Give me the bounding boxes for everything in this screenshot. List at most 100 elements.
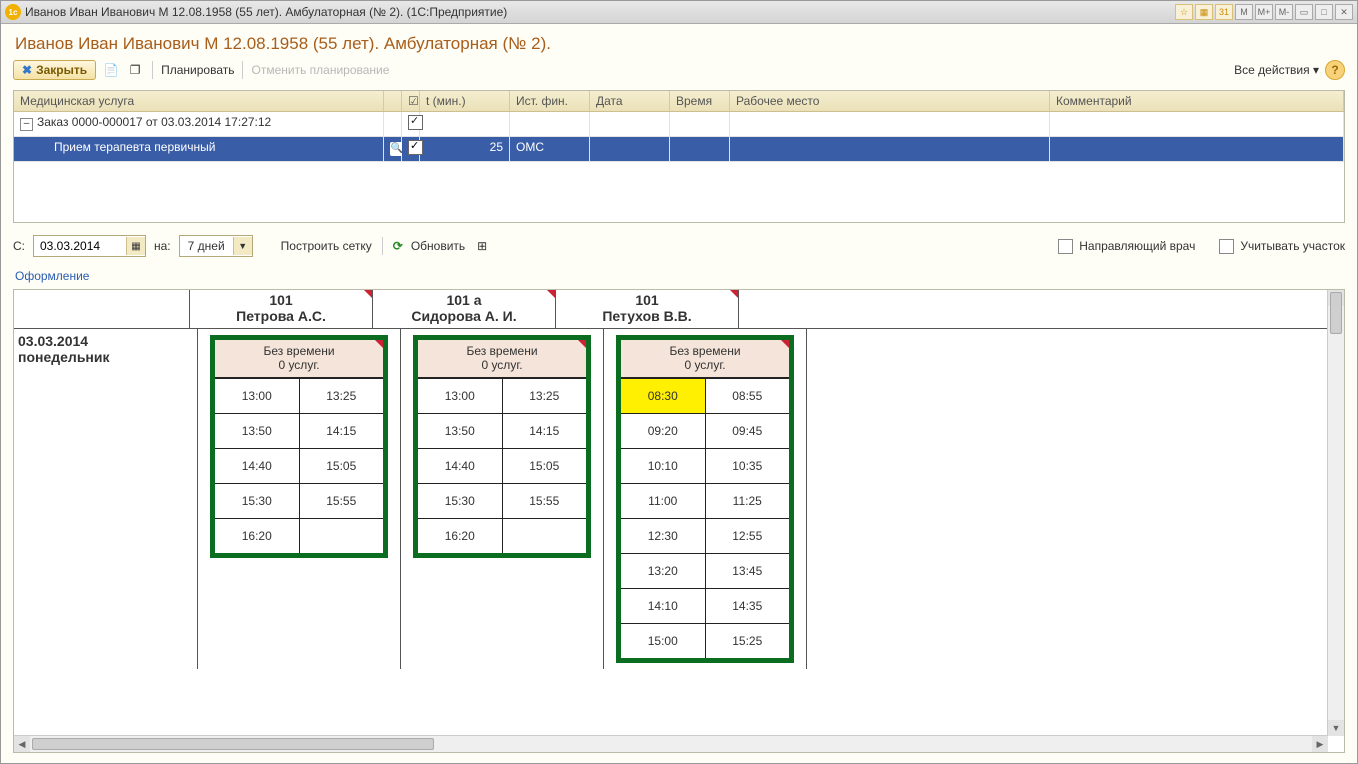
settings-icon[interactable]: ⊞	[473, 237, 491, 255]
time-slot[interactable]	[300, 519, 384, 553]
time-slot[interactable]: 11:00	[621, 484, 706, 518]
time-slot[interactable]: 12:30	[621, 519, 706, 553]
slot-row: 16:20	[215, 518, 383, 553]
resource-header[interactable]: 101Петрова А.С.	[190, 290, 373, 328]
col-comment[interactable]: Комментарий	[1050, 91, 1344, 111]
time-slot[interactable]: 08:30	[621, 379, 706, 413]
time-slot[interactable]: 15:05	[300, 449, 384, 483]
time-slot[interactable]: 13:20	[621, 554, 706, 588]
maximize-button[interactable]: □	[1315, 4, 1333, 20]
marker-icon	[547, 290, 555, 298]
col-time[interactable]: t (мин.)	[420, 91, 510, 111]
horizontal-scrollbar[interactable]: ◀ ▶	[14, 735, 1328, 752]
time-slot[interactable]: 15:00	[621, 624, 706, 658]
close-button[interactable]: ✖ Закрыть	[13, 60, 96, 80]
time-slot[interactable]: 13:25	[503, 379, 587, 413]
time-slot[interactable]: 14:10	[621, 589, 706, 623]
time-slot[interactable]: 12:55	[706, 519, 790, 553]
col-vtime[interactable]: Время	[670, 91, 730, 111]
time-slot[interactable]: 08:55	[706, 379, 790, 413]
slot-row: 10:1010:35	[621, 448, 789, 483]
vertical-scrollbar[interactable]: ▲ ▼	[1327, 290, 1344, 736]
time-slot[interactable]: 10:35	[706, 449, 790, 483]
service-row[interactable]: Прием терапевта первичный 🔍 25 ОМС	[14, 137, 1344, 162]
mem-m-button[interactable]: M	[1235, 4, 1253, 20]
order-check[interactable]	[402, 112, 420, 136]
time-slot[interactable]: 11:25	[706, 484, 790, 518]
col-search[interactable]	[384, 91, 402, 111]
resource-header[interactable]: 101Петухов В.В.	[556, 290, 739, 328]
copy-icon[interactable]: ❐	[126, 61, 144, 79]
scroll-down-icon[interactable]: ▼	[1328, 720, 1344, 736]
time-slot[interactable]: 15:55	[503, 484, 587, 518]
col-service[interactable]: Медицинская услуга	[14, 91, 384, 111]
scroll-right-icon[interactable]: ▶	[1312, 736, 1328, 752]
card-header[interactable]: Без времени0 услуг.	[418, 340, 586, 378]
from-date-input[interactable]: ▦	[33, 235, 146, 257]
time-slot[interactable]: 09:20	[621, 414, 706, 448]
fav-icon[interactable]: ☆	[1175, 4, 1193, 20]
time-slot[interactable]: 13:50	[215, 414, 300, 448]
chevron-down-icon[interactable]: ▼	[233, 237, 252, 255]
filter-row: С: ▦ на: 7 дней ▼ Построить сетку ⟳ Обно…	[13, 235, 1345, 257]
time-slot[interactable]: 15:55	[300, 484, 384, 518]
time-slot[interactable]: 14:40	[215, 449, 300, 483]
scroll-thumb-h[interactable]	[32, 738, 434, 750]
calendar-icon[interactable]: 31	[1215, 4, 1233, 20]
time-slot[interactable]: 15:30	[215, 484, 300, 518]
slot-row: 16:20	[418, 518, 586, 553]
slot-row: 14:4015:05	[215, 448, 383, 483]
time-slot[interactable]: 13:50	[418, 414, 503, 448]
mem-mminus-button[interactable]: M-	[1275, 4, 1293, 20]
calendar-picker-icon[interactable]: ▦	[126, 237, 145, 255]
time-slot[interactable]: 14:35	[706, 589, 790, 623]
plan-button[interactable]: Планировать	[161, 63, 234, 77]
scroll-thumb[interactable]	[1330, 292, 1342, 334]
refresh-button[interactable]: Обновить	[411, 239, 465, 253]
time-slot[interactable]: 14:15	[503, 414, 587, 448]
time-slot[interactable]	[503, 519, 587, 553]
slot-row: 09:2009:45	[621, 413, 789, 448]
col-fin[interactable]: Ист. фин.	[510, 91, 590, 111]
period-value: 7 дней	[180, 236, 233, 256]
period-combo[interactable]: 7 дней ▼	[179, 235, 253, 257]
report-icon[interactable]: 📄	[102, 61, 120, 79]
schedule-header: 101Петрова А.С.101 аСидорова А. И.101Пет…	[14, 290, 1344, 329]
card-header[interactable]: Без времени0 услуг.	[215, 340, 383, 378]
time-slot[interactable]: 13:25	[300, 379, 384, 413]
consider-area-checkbox[interactable]: Учитывать участок	[1219, 239, 1345, 254]
resource-header[interactable]: 101 аСидорова А. И.	[373, 290, 556, 328]
from-date-field[interactable]	[34, 236, 126, 256]
help-button[interactable]: ?	[1325, 60, 1345, 80]
close-window-button[interactable]: ✕	[1335, 4, 1353, 20]
time-slot[interactable]: 13:45	[706, 554, 790, 588]
time-slot[interactable]: 14:40	[418, 449, 503, 483]
time-slot[interactable]: 14:15	[300, 414, 384, 448]
minimize-button[interactable]: ▭	[1295, 4, 1313, 20]
card-header[interactable]: Без времени0 услуг.	[621, 340, 789, 378]
col-workplace[interactable]: Рабочее место	[730, 91, 1050, 111]
all-actions-button[interactable]: Все действия ▾	[1234, 63, 1319, 77]
collapse-icon[interactable]: –	[20, 118, 33, 131]
time-slot[interactable]: 13:00	[418, 379, 503, 413]
design-link[interactable]: Оформление	[15, 269, 1345, 283]
service-check[interactable]	[402, 137, 420, 161]
mem-mplus-button[interactable]: M+	[1255, 4, 1273, 20]
col-date[interactable]: Дата	[590, 91, 670, 111]
order-row[interactable]: –Заказ 0000-000017 от 03.03.2014 17:27:1…	[14, 112, 1344, 137]
service-search[interactable]: 🔍	[384, 137, 402, 161]
time-slot[interactable]: 16:20	[215, 519, 300, 553]
time-slot[interactable]: 15:25	[706, 624, 790, 658]
time-slot[interactable]: 16:20	[418, 519, 503, 553]
col-check[interactable]: ☑	[402, 91, 420, 111]
time-slot[interactable]: 09:45	[706, 414, 790, 448]
time-slot[interactable]: 15:30	[418, 484, 503, 518]
time-slot[interactable]: 13:00	[215, 379, 300, 413]
time-slot[interactable]: 15:05	[503, 449, 587, 483]
scroll-left-icon[interactable]: ◀	[14, 736, 30, 752]
referring-doctor-checkbox[interactable]: Направляющий врач	[1058, 239, 1195, 254]
time-slot[interactable]: 10:10	[621, 449, 706, 483]
time-card: Без времени0 услуг.13:0013:2513:5014:151…	[210, 335, 388, 558]
calc-icon[interactable]: ▦	[1195, 4, 1213, 20]
build-grid-button[interactable]: Построить сетку	[281, 239, 372, 253]
